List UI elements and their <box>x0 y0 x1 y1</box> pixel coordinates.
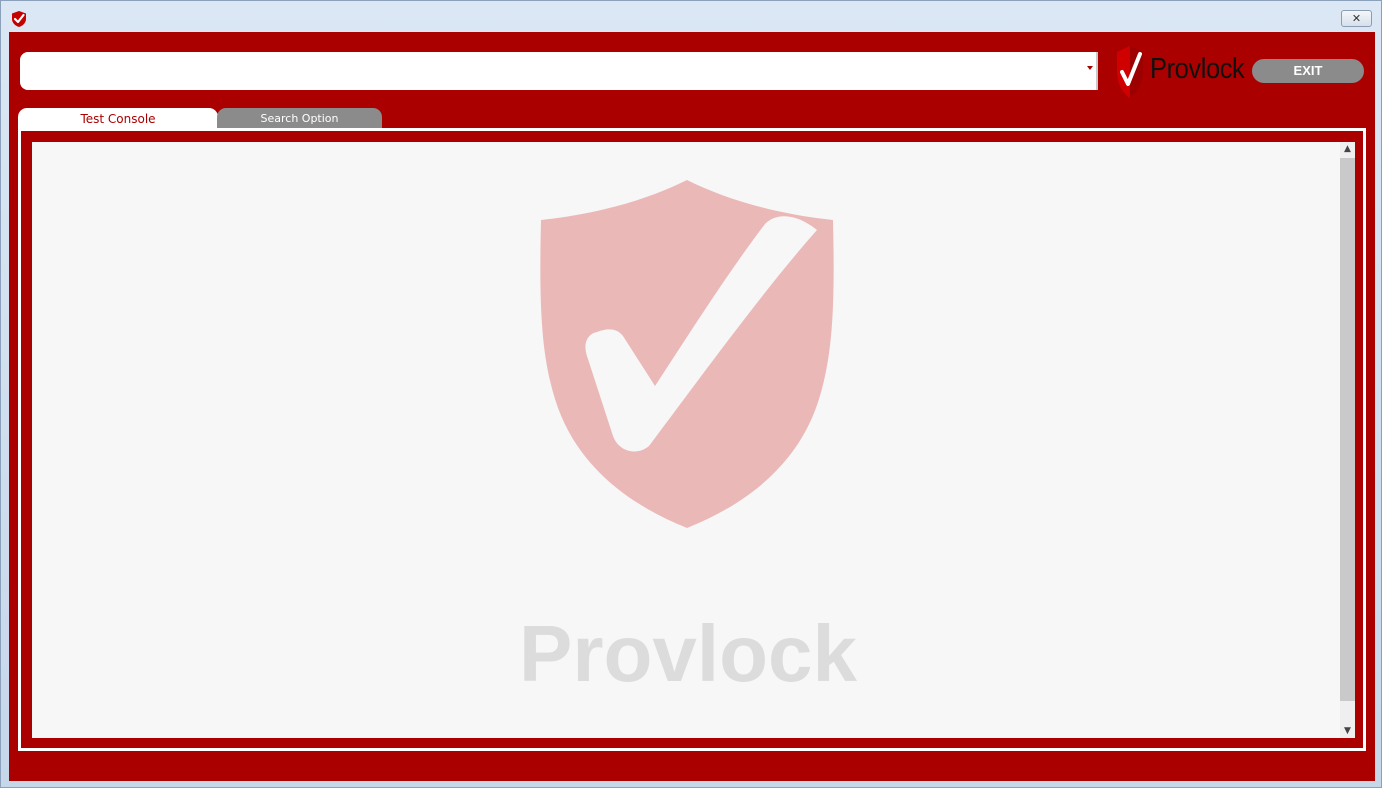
watermark-text: Provlock <box>519 609 857 698</box>
search-combo[interactable] <box>20 52 1098 90</box>
shield-check-icon <box>540 180 834 528</box>
exit-button[interactable]: EXIT <box>1252 59 1364 83</box>
chevron-up-icon[interactable]: ▲ <box>1340 142 1355 156</box>
chevron-down-icon[interactable] <box>1087 66 1093 70</box>
close-icon: ✕ <box>1351 12 1362 25</box>
test-console-output[interactable]: Provlock <box>32 142 1340 738</box>
tab-search-option[interactable]: Search Option <box>217 108 382 130</box>
title-bar: ✕ <box>1 1 1381 32</box>
shield-check-icon <box>1117 46 1143 98</box>
shield-check-icon <box>12 11 26 27</box>
tab-panel: Provlock ▲ ▼ <box>18 128 1366 751</box>
provlock-logo: Provlock <box>1115 44 1245 100</box>
scrollbar-thumb[interactable] <box>1340 158 1355 701</box>
logo-text: Provlock <box>1150 53 1245 85</box>
vertical-scrollbar[interactable]: ▲ ▼ <box>1340 142 1355 738</box>
main-area: Provlock EXIT Test Console Search Option… <box>9 32 1375 781</box>
close-button[interactable]: ✕ <box>1341 10 1372 27</box>
chevron-down-icon[interactable]: ▼ <box>1340 724 1355 738</box>
tab-test-console[interactable]: Test Console <box>18 108 218 130</box>
app-window: ✕ Provlock EXIT Test Console Search Opti… <box>0 0 1382 788</box>
